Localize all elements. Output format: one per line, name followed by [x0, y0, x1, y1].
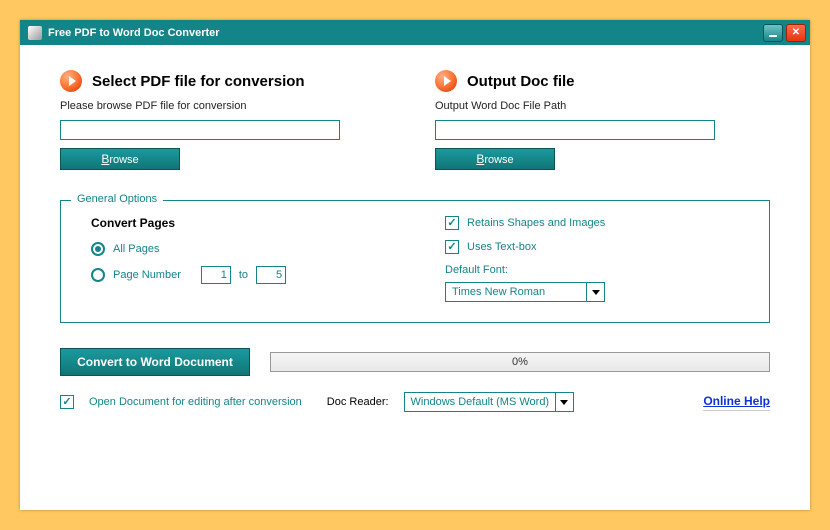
chevron-down-icon: [555, 393, 573, 411]
doc-reader-label: Doc Reader:: [327, 396, 389, 408]
output-subtext: Output Word Doc File Path: [435, 100, 770, 112]
page-number-label: Page Number: [113, 269, 181, 281]
page-number-radio[interactable]: [91, 268, 105, 282]
browse-input-button[interactable]: BBrowserowse: [60, 148, 180, 170]
all-pages-label: All Pages: [113, 243, 159, 255]
all-pages-radio[interactable]: [91, 242, 105, 256]
default-font-select[interactable]: Times New Roman: [445, 282, 605, 302]
window-body: Select PDF file for conversion Please br…: [20, 45, 810, 510]
open-after-label: Open Document for editing after conversi…: [89, 396, 302, 408]
output-doc-path[interactable]: [435, 120, 715, 140]
window-title: Free PDF to Word Doc Converter: [48, 27, 220, 39]
format-options-column: Retains Shapes and Images Uses Text-box …: [445, 216, 739, 302]
default-font-label: Default Font:: [445, 264, 739, 276]
online-help-link[interactable]: Online Help: [703, 394, 770, 411]
minimize-button[interactable]: [763, 24, 783, 42]
arrow-bullet-icon: [60, 70, 82, 92]
input-section: Select PDF file for conversion Please br…: [60, 70, 395, 170]
default-font-value: Times New Roman: [446, 286, 545, 298]
page-to-input[interactable]: [256, 266, 286, 284]
window-controls: [763, 24, 806, 42]
uses-textbox-label: Uses Text-box: [467, 241, 537, 253]
options-legend: General Options: [71, 193, 163, 205]
page-from-input[interactable]: [201, 266, 231, 284]
input-pdf-path[interactable]: [60, 120, 340, 140]
input-subtext: Please browse PDF file for conversion: [60, 100, 395, 112]
close-button[interactable]: [786, 24, 806, 42]
convert-button[interactable]: Convert to Word Document: [60, 348, 250, 376]
convert-pages-column: Convert Pages All Pages Page Number to: [91, 216, 385, 302]
retains-shapes-label: Retains Shapes and Images: [467, 217, 605, 229]
convert-pages-title: Convert Pages: [91, 216, 385, 230]
output-heading: Output Doc file: [467, 73, 575, 90]
general-options-group: General Options Convert Pages All Pages …: [60, 200, 770, 323]
to-label: to: [239, 269, 248, 281]
open-after-checkbox[interactable]: [60, 395, 74, 409]
titlebar-left: Free PDF to Word Doc Converter: [28, 26, 220, 40]
input-heading: Select PDF file for conversion: [92, 73, 305, 90]
retains-shapes-checkbox[interactable]: [445, 216, 459, 230]
titlebar: Free PDF to Word Doc Converter: [20, 20, 810, 45]
progress-bar: 0%: [270, 352, 770, 372]
uses-textbox-checkbox[interactable]: [445, 240, 459, 254]
output-section: Output Doc file Output Word Doc File Pat…: [435, 70, 770, 170]
doc-reader-value: Windows Default (MS Word): [405, 396, 550, 408]
doc-reader-select[interactable]: Windows Default (MS Word): [404, 392, 574, 412]
chevron-down-icon: [586, 283, 604, 301]
browse-output-button[interactable]: Browse: [435, 148, 555, 170]
arrow-bullet-icon: [435, 70, 457, 92]
app-icon: [28, 26, 42, 40]
app-window: Free PDF to Word Doc Converter Select PD…: [20, 20, 810, 510]
